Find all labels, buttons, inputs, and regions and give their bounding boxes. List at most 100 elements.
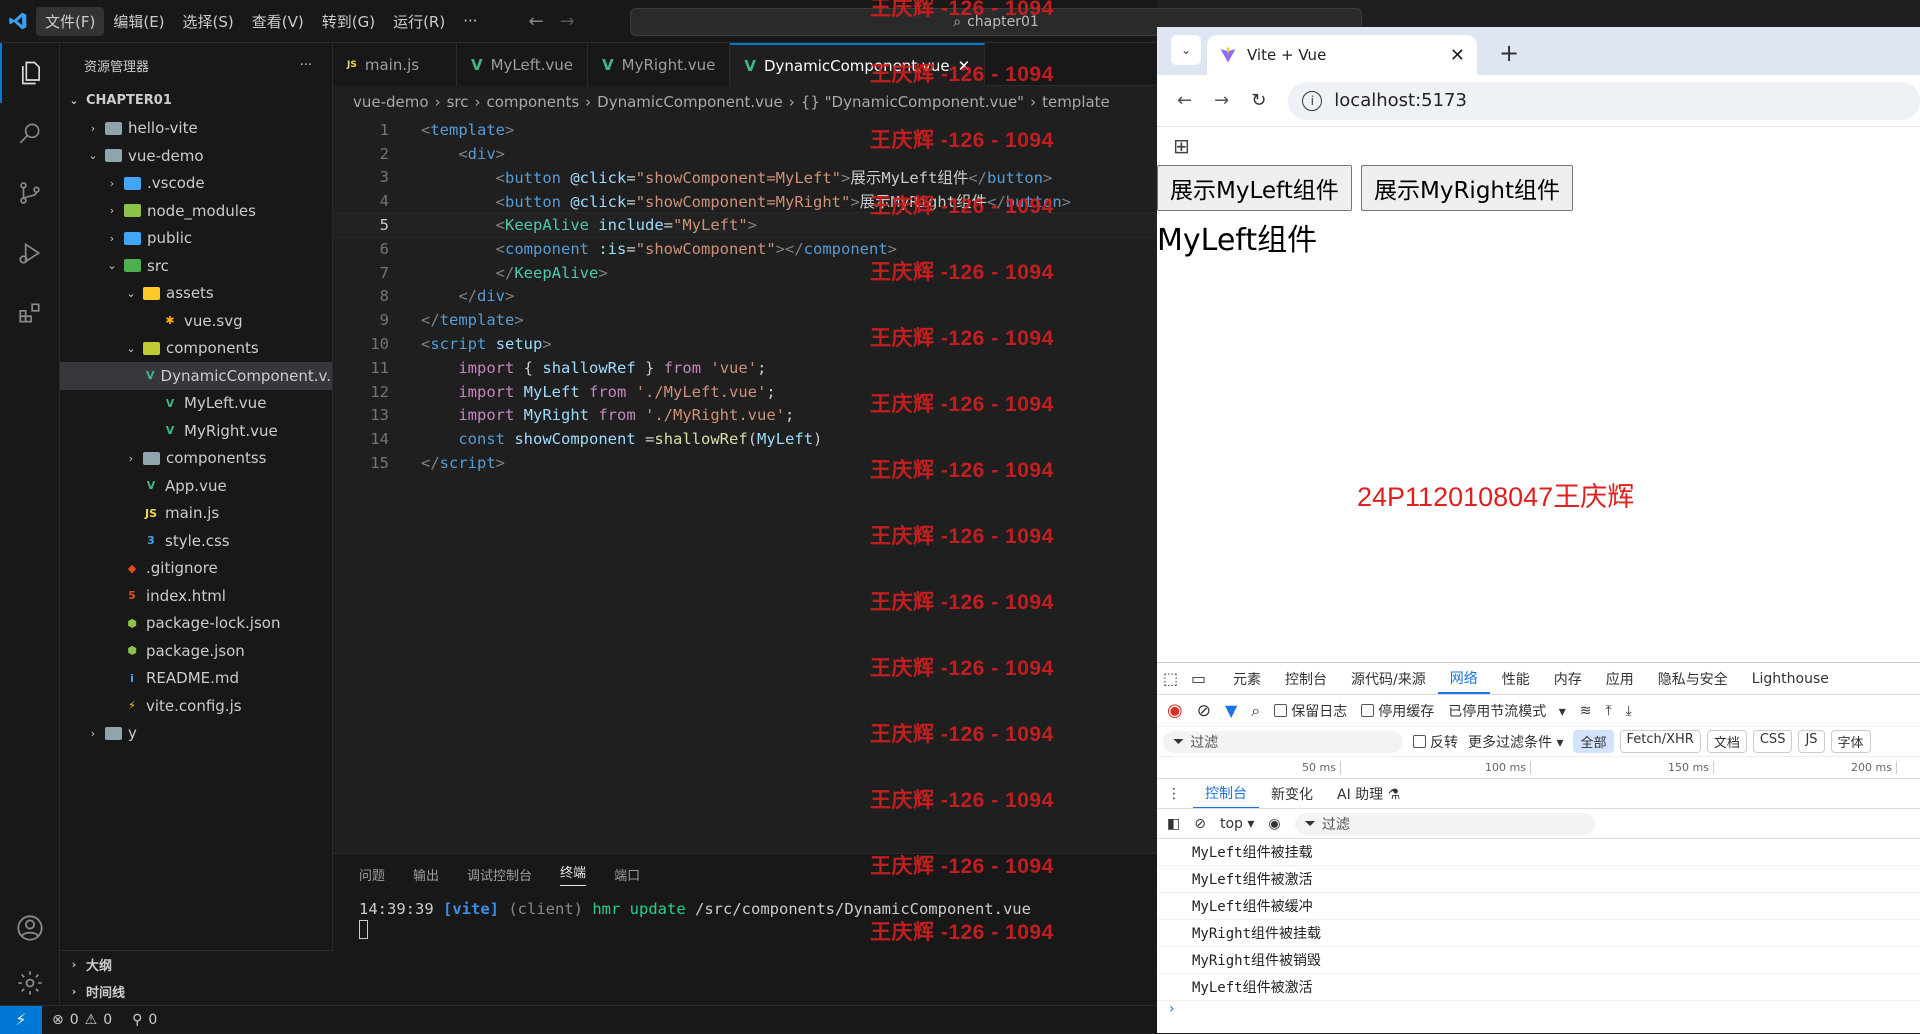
- menu-item[interactable]: ···: [454, 8, 486, 34]
- import-har-icon[interactable]: ⤒: [1605, 703, 1611, 719]
- menu-item[interactable]: 查看(V): [243, 7, 313, 36]
- search-icon[interactable]: ⌕: [1251, 701, 1260, 721]
- live-expression-icon[interactable]: ◉: [1268, 816, 1280, 832]
- folder-item[interactable]: › node_modules: [60, 197, 332, 225]
- settings-gear-icon[interactable]: [0, 953, 60, 1013]
- breadcrumb-item[interactable]: vue-demo: [353, 93, 429, 111]
- file-item[interactable]: 3 style.css: [60, 527, 332, 555]
- type-filter-chip[interactable]: 字体: [1830, 730, 1871, 753]
- run-debug-icon[interactable]: [0, 223, 60, 283]
- menu-item[interactable]: 转到(G): [313, 7, 384, 36]
- folder-item[interactable]: › hello-vite: [60, 115, 332, 143]
- sidebar-toggle-icon[interactable]: ◧: [1167, 816, 1180, 832]
- disable-cache-checkbox[interactable]: 停用缓存: [1361, 701, 1434, 721]
- panel-tab[interactable]: 问题: [359, 865, 385, 884]
- record-stop-icon[interactable]: ◉: [1167, 700, 1183, 721]
- folder-item[interactable]: › .vscode: [60, 170, 332, 198]
- ports-status[interactable]: ⚲ 0: [132, 1012, 157, 1028]
- file-item[interactable]: JS main.js: [60, 500, 332, 528]
- drawer-tab[interactable]: AI 助理 ⚗: [1325, 779, 1412, 808]
- problems-status[interactable]: ⊗ 0 ⚠ 0: [52, 1012, 112, 1028]
- export-har-icon[interactable]: ⤓: [1626, 703, 1632, 719]
- devtools-tab[interactable]: 隐私与安全: [1646, 664, 1740, 694]
- browser-tab[interactable]: Vite + Vue ✕: [1207, 35, 1477, 75]
- drawer-menu-icon[interactable]: ⋮: [1167, 786, 1181, 802]
- folder-item[interactable]: ⌄ src: [60, 252, 332, 280]
- site-info-icon[interactable]: i: [1302, 90, 1323, 111]
- devtools-tab[interactable]: 应用: [1594, 664, 1646, 694]
- type-filter-chip[interactable]: CSS: [1752, 730, 1793, 753]
- source-control-icon[interactable]: [0, 163, 60, 223]
- menu-item[interactable]: 选择(S): [174, 7, 243, 36]
- workspace-root[interactable]: ⌄ CHAPTER01: [60, 87, 332, 115]
- file-item[interactable]: V DynamicComponent.v...: [60, 362, 332, 390]
- file-item[interactable]: ✱ vue.svg: [60, 307, 332, 335]
- explorer-icon[interactable]: [0, 43, 60, 103]
- preserve-log-checkbox[interactable]: 保留日志: [1274, 701, 1347, 721]
- drawer-tab[interactable]: 新变化: [1259, 779, 1325, 808]
- forward-icon[interactable]: →: [1214, 90, 1229, 111]
- file-item[interactable]: i README.md: [60, 665, 332, 693]
- devtools-tab[interactable]: 源代码/来源: [1339, 664, 1438, 694]
- panel-tab[interactable]: 端口: [614, 865, 640, 884]
- menu-item[interactable]: 编辑(E): [104, 7, 173, 36]
- console-prompt-icon[interactable]: ›: [1157, 1001, 1920, 1021]
- remote-icon[interactable]: ⚡: [0, 1005, 42, 1034]
- accounts-icon[interactable]: [0, 898, 60, 958]
- file-item[interactable]: ⬢ package-lock.json: [60, 610, 332, 638]
- breadcrumb-item[interactable]: template: [1042, 93, 1110, 111]
- file-item[interactable]: V App.vue: [60, 472, 332, 500]
- file-item[interactable]: ⬢ package.json: [60, 637, 332, 665]
- devtools-tab[interactable]: 控制台: [1273, 664, 1339, 694]
- file-item[interactable]: V MyLeft.vue: [60, 390, 332, 418]
- folder-item[interactable]: › public: [60, 225, 332, 253]
- folder-item[interactable]: ⌄ vue-demo: [60, 142, 332, 170]
- timeline-header[interactable]: › 时间线: [60, 978, 333, 1005]
- file-item[interactable]: V MyRight.vue: [60, 417, 332, 445]
- devtools-tab[interactable]: 网络: [1437, 664, 1490, 694]
- file-item[interactable]: ◆ .gitignore: [60, 555, 332, 583]
- device-toolbar-icon[interactable]: ▭: [1191, 669, 1221, 688]
- more-actions-icon[interactable]: ···: [300, 58, 312, 73]
- menu-item[interactable]: 文件(F): [36, 6, 105, 36]
- new-tab-icon[interactable]: +: [1499, 39, 1519, 67]
- folder-item[interactable]: ⌄ assets: [60, 280, 332, 308]
- drawer-tab[interactable]: 控制台: [1193, 779, 1259, 808]
- type-filter-chip[interactable]: 文档: [1706, 730, 1747, 753]
- editor-tab[interactable]: V MyRight.vue: [588, 43, 731, 86]
- show-myleft-button[interactable]: 展示MyLeft组件: [1157, 165, 1352, 211]
- clear-icon[interactable]: ⊘: [1197, 701, 1211, 721]
- panel-tab[interactable]: 调试控制台: [467, 865, 532, 884]
- context-select[interactable]: top ▾: [1220, 816, 1254, 832]
- editor-tab[interactable]: JS main.js: [333, 43, 457, 86]
- throttle-select[interactable]: 已停用节流模式 ▾: [1448, 701, 1565, 721]
- extensions-icon[interactable]: [0, 283, 60, 343]
- outline-header[interactable]: › 大纲: [60, 951, 333, 978]
- type-filter-chip[interactable]: JS: [1798, 730, 1825, 753]
- panel-tab[interactable]: 终端: [560, 862, 587, 886]
- clear-console-icon[interactable]: ⊘: [1194, 816, 1206, 832]
- file-item[interactable]: ⚡ vite.config.js: [60, 692, 332, 720]
- devtools-tab[interactable]: 性能: [1490, 664, 1542, 694]
- editor-tab[interactable]: V MyLeft.vue: [457, 43, 589, 86]
- breadcrumb-item[interactable]: components: [486, 93, 579, 111]
- devtools-tab[interactable]: 内存: [1542, 664, 1594, 694]
- menu-item[interactable]: 运行(R): [384, 7, 454, 36]
- devtools-tab[interactable]: Lighthouse: [1740, 664, 1841, 694]
- show-myright-button[interactable]: 展示MyRight组件: [1361, 165, 1574, 211]
- folder-item[interactable]: › componentss: [60, 445, 332, 473]
- breadcrumb-item[interactable]: {} "DynamicComponent.vue": [801, 93, 1024, 111]
- type-filter-chip[interactable]: Fetch/XHR: [1619, 730, 1701, 753]
- apps-grid-icon[interactable]: ⊞: [1173, 134, 1190, 158]
- breadcrumb-item[interactable]: DynamicComponent.vue: [597, 93, 783, 111]
- address-bar[interactable]: i localhost:5173: [1288, 81, 1920, 120]
- type-filter-chip[interactable]: 全部: [1573, 730, 1614, 753]
- network-filter-input[interactable]: ⏷ 过滤: [1163, 730, 1403, 753]
- more-filters-dropdown[interactable]: 更多过滤条件 ▾: [1468, 732, 1563, 752]
- filter-funnel-icon[interactable]: ▼: [1225, 701, 1237, 720]
- folder-item[interactable]: › y: [60, 720, 332, 748]
- close-tab-icon[interactable]: ✕: [1450, 45, 1465, 66]
- folder-item[interactable]: ⌄ components: [60, 335, 332, 363]
- panel-tab[interactable]: 输出: [413, 865, 439, 884]
- search-icon[interactable]: [0, 103, 60, 163]
